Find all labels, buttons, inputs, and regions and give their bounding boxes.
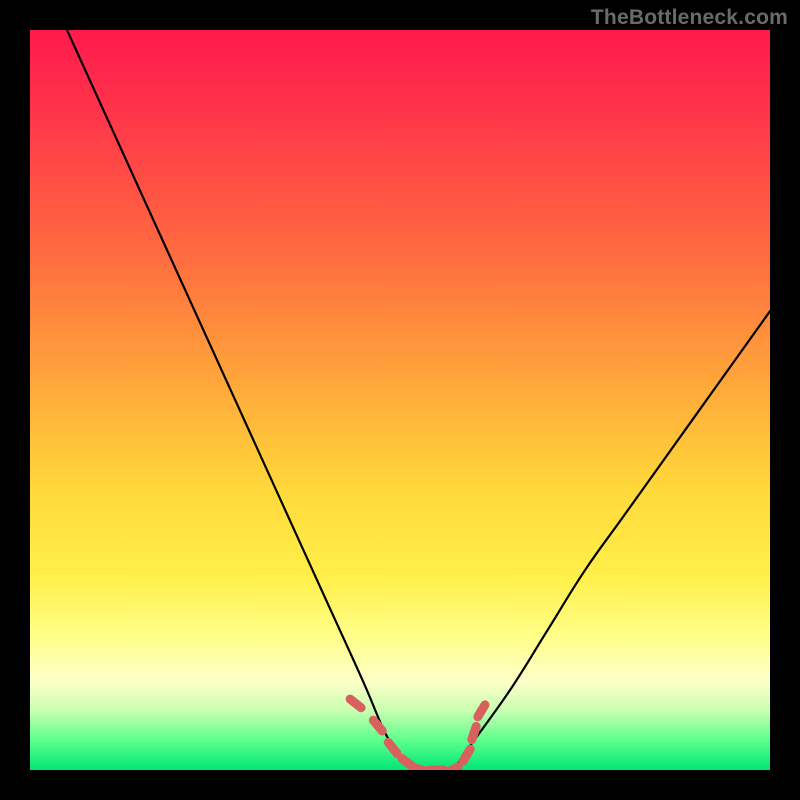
flat-region-dot xyxy=(462,751,471,760)
flat-region-markers xyxy=(350,699,486,770)
chart-frame: TheBottleneck.com xyxy=(0,0,800,800)
plot-area xyxy=(30,30,770,770)
watermark-label: TheBottleneck.com xyxy=(591,6,788,30)
bottleneck-curve-path xyxy=(67,30,770,770)
flat-region-dot xyxy=(403,758,412,767)
flat-region-dot xyxy=(388,743,397,752)
flat-region-dot xyxy=(373,721,382,730)
flat-region-dot xyxy=(351,699,360,708)
flat-region-dot xyxy=(477,706,486,715)
flat-region-dot xyxy=(470,729,479,738)
bottleneck-curve-svg xyxy=(30,30,770,770)
